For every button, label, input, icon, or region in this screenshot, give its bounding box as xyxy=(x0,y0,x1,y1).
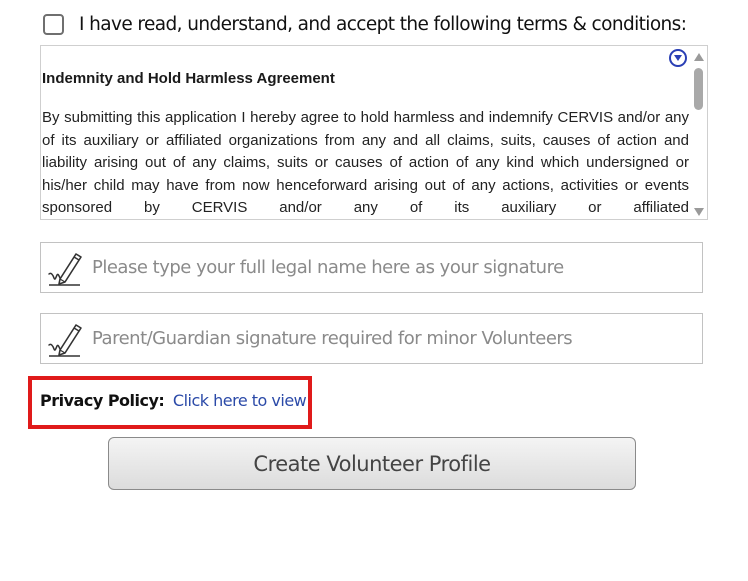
terms-body: By submitting this application I hereby … xyxy=(42,109,689,216)
scroll-up-arrow-icon[interactable] xyxy=(693,52,705,62)
guardian-signature-field[interactable] xyxy=(40,313,703,364)
terms-text-box[interactable]: Indemnity and Hold Harmless Agreement By… xyxy=(40,45,708,220)
terms-heading: Indemnity and Hold Harmless Agreement xyxy=(42,70,335,87)
terms-scrollbar[interactable] xyxy=(691,46,707,219)
privacy-policy-label: Privacy Policy: xyxy=(40,391,165,410)
legal-name-signature-field[interactable] xyxy=(40,242,703,293)
privacy-policy-row: Privacy Policy: Click here to view xyxy=(40,391,307,410)
create-volunteer-profile-button[interactable]: Create Volunteer Profile xyxy=(108,437,636,490)
expand-down-icon[interactable] xyxy=(669,49,687,67)
signature-pen-icon xyxy=(48,323,82,357)
signature-pen-icon xyxy=(48,252,82,286)
terms-accept-row: I have read, understand, and accept the … xyxy=(43,14,687,35)
scroll-down-arrow-icon[interactable] xyxy=(693,207,705,217)
privacy-policy-link[interactable]: Click here to view xyxy=(173,391,307,410)
legal-name-input[interactable] xyxy=(90,256,694,279)
scroll-thumb[interactable] xyxy=(694,68,703,110)
terms-accept-label[interactable]: I have read, understand, and accept the … xyxy=(79,14,687,35)
terms-accept-checkbox[interactable] xyxy=(43,14,64,35)
guardian-signature-input[interactable] xyxy=(90,327,694,350)
